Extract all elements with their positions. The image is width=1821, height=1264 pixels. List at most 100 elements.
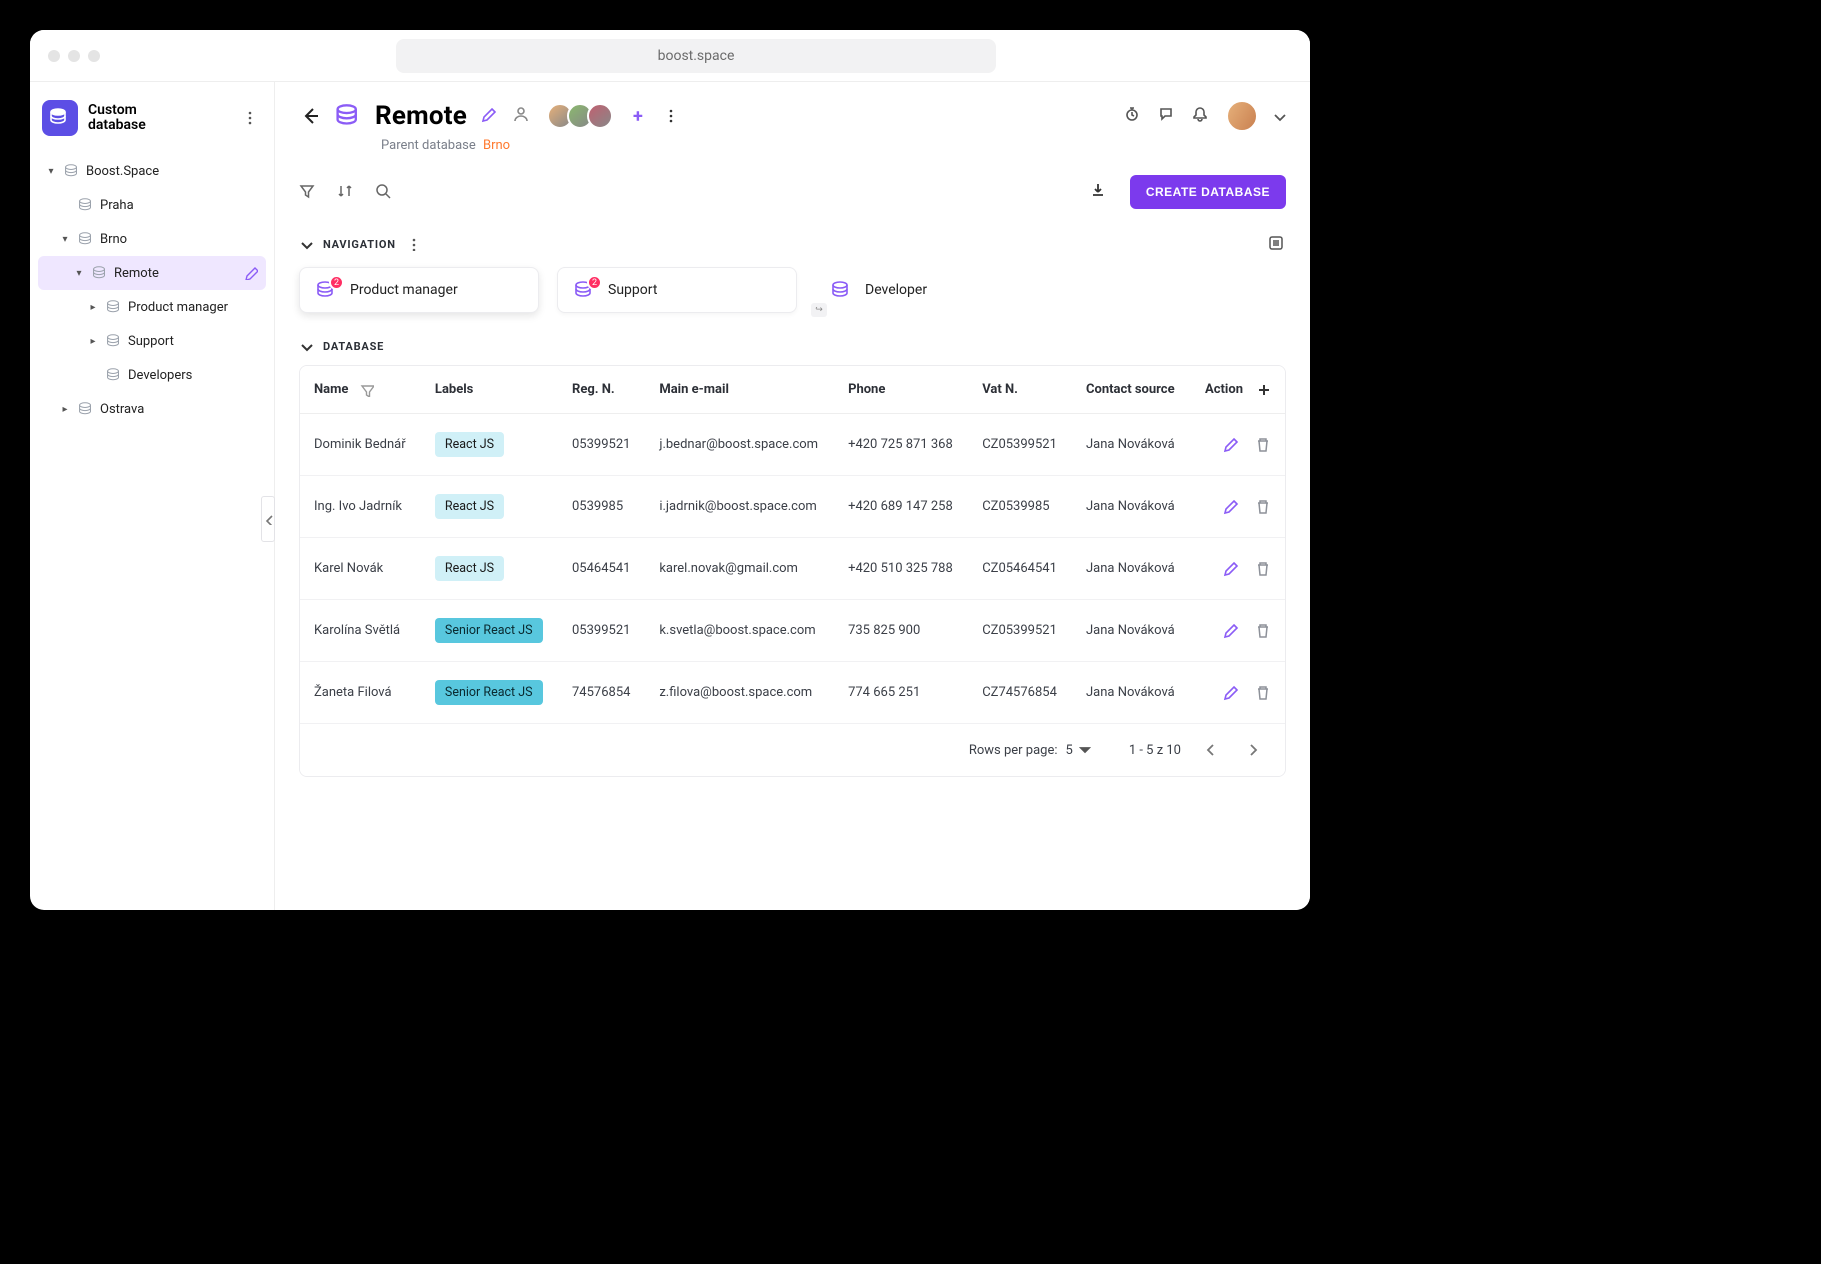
stopwatch-icon[interactable] [1124,106,1144,126]
label-pill[interactable]: React JS [435,556,504,581]
bell-icon[interactable] [1192,106,1212,126]
database-small-icon [106,334,122,348]
label-pill[interactable]: Senior React JS [435,680,543,705]
url-bar[interactable]: boost.space [396,39,996,73]
cell-phone: +420 510 325 788 [834,538,968,600]
member-avatar[interactable] [587,103,613,129]
sidebar-item-ostrava[interactable]: ▸ Ostrava [38,392,266,426]
navigation-cards: 2 Product manager 2 Support Developer ↪ [299,267,1286,313]
download-button[interactable] [1090,182,1110,202]
cell-source: Jana Nováková [1072,662,1190,724]
sidebar-item-product-manager[interactable]: ▸ Product manager [38,290,266,324]
window-dot-min[interactable] [68,50,80,62]
layout-toggle-button[interactable] [1268,235,1286,253]
page-range-text: 1 - 5 z 10 [1129,743,1181,758]
database-small-icon [64,164,80,178]
row-delete-button[interactable] [1255,437,1271,453]
search-button[interactable] [375,183,393,201]
cell-regn: 05464541 [558,538,645,600]
database-section-title: DATABASE [323,340,384,353]
table-row[interactable]: Karolína Světlá Senior React JS 05399521… [300,600,1285,662]
cell-labels: React JS [421,414,558,476]
row-delete-button[interactable] [1255,561,1271,577]
label-pill[interactable]: React JS [435,494,504,519]
row-delete-button[interactable] [1255,623,1271,639]
column-filter-icon[interactable] [360,383,374,397]
tree-caret-icon[interactable]: ▸ [86,302,100,313]
table-row[interactable]: Karel Novák React JS 05464541 karel.nova… [300,538,1285,600]
sidebar-collapse-handle[interactable] [261,496,275,542]
cell-name: Dominik Bednář [300,414,421,476]
app-logo-icon [42,100,78,136]
owner-icon[interactable] [513,106,533,126]
tree-caret-icon[interactable]: ▸ [86,336,100,347]
cell-source: Jana Nováková [1072,414,1190,476]
next-page-button[interactable] [1241,738,1265,762]
column-header-reg-n-[interactable]: Reg. N. [558,366,645,414]
header-more-button[interactable] [663,108,679,124]
row-edit-button[interactable] [1223,437,1239,453]
sidebar-item-boost-space[interactable]: ▾ Boost.Space [38,154,266,188]
column-header-action[interactable]: Action [1190,366,1285,414]
database-icon [335,104,361,128]
row-edit-button[interactable] [1223,685,1239,701]
column-header-main-e-mail[interactable]: Main e-mail [645,366,834,414]
create-database-button[interactable]: CREATE DATABASE [1130,175,1286,209]
cell-source: Jana Nováková [1072,476,1190,538]
rpp-select[interactable]: 5 [1066,743,1091,758]
column-header-contact-source[interactable]: Contact source [1072,366,1190,414]
row-edit-button[interactable] [1223,561,1239,577]
sidebar-more-button[interactable] [242,110,258,126]
row-delete-button[interactable] [1255,499,1271,515]
user-avatar[interactable] [1226,100,1258,132]
parent-database-link[interactable]: Brno [483,138,510,153]
column-header-vat-n-[interactable]: Vat N. [968,366,1072,414]
table-row[interactable]: Žaneta Filová Senior React JS 74576854 z… [300,662,1285,724]
column-header-name[interactable]: Name [300,366,421,414]
sidebar-item-support[interactable]: ▸ Support [38,324,266,358]
filter-button[interactable] [299,183,317,201]
tree-caret-icon[interactable]: ▾ [72,268,86,279]
add-column-button[interactable] [1257,383,1271,397]
navigation-more-button[interactable] [406,237,420,251]
table-row[interactable]: Ing. Ivo Jadrník React JS 0539985 i.jadr… [300,476,1285,538]
sort-button[interactable] [337,183,355,201]
navigation-section-header[interactable]: NAVIGATION [299,235,1286,253]
sidebar-item-edit-button[interactable] [244,266,258,280]
tree-caret-icon[interactable]: ▾ [44,166,58,177]
app-name: Custom database [88,103,146,134]
sidebar-item-label: Brno [100,232,258,247]
window-dot-close[interactable] [48,50,60,62]
sidebar-item-developers[interactable]: Developers [38,358,266,392]
label-pill[interactable]: Senior React JS [435,618,543,643]
tree-caret-icon[interactable]: ▾ [58,234,72,245]
chat-icon[interactable] [1158,106,1178,126]
nav-card-developer[interactable]: Developer ↪ [815,267,1055,313]
page-header: Remote + [299,100,1286,132]
nav-card-product-manager[interactable]: 2 Product manager [299,267,539,313]
back-button[interactable] [299,105,321,127]
user-menu-chevron-icon[interactable] [1272,109,1286,123]
row-delete-button[interactable] [1255,685,1271,701]
prev-page-button[interactable] [1199,738,1223,762]
sidebar-item-remote[interactable]: ▾ Remote [38,256,266,290]
sidebar-item-label: Praha [100,198,258,213]
member-avatars[interactable] [547,103,613,129]
window-dot-max[interactable] [88,50,100,62]
add-member-button[interactable]: + [633,106,643,127]
tree-caret-icon[interactable]: ▸ [58,404,72,415]
sidebar-item-label: Developers [128,368,258,383]
sidebar-item-label: Boost.Space [86,164,258,179]
sidebar-item-praha[interactable]: Praha [38,188,266,222]
database-section-header[interactable]: DATABASE [299,339,1286,353]
nav-card-support[interactable]: 2 Support [557,267,797,313]
row-edit-button[interactable] [1223,499,1239,515]
row-edit-button[interactable] [1223,623,1239,639]
label-pill[interactable]: React JS [435,432,504,457]
table-row[interactable]: Dominik Bednář React JS 05399521 j.bedna… [300,414,1285,476]
column-header-phone[interactable]: Phone [834,366,968,414]
sidebar-item-brno[interactable]: ▾ Brno [38,222,266,256]
edit-title-button[interactable] [481,107,499,125]
column-header-labels[interactable]: Labels [421,366,558,414]
sidebar-header: Custom database [38,96,266,154]
